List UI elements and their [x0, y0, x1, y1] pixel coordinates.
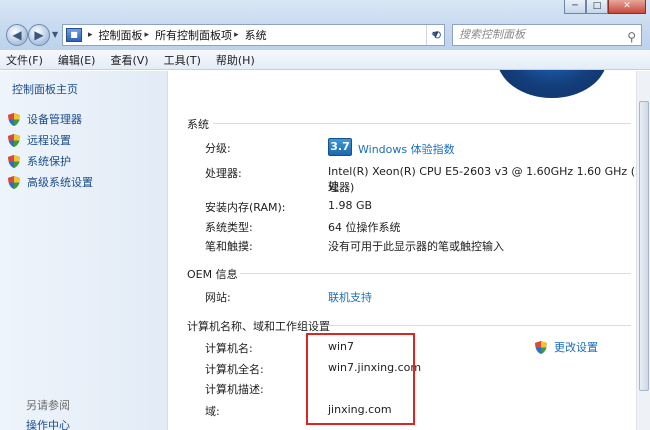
shield-icon — [535, 340, 547, 354]
window-controls: ─ □ ✕ — [564, 0, 646, 16]
pen-touch-label: 笔和触摸: — [205, 240, 253, 253]
breadcrumb-all-items[interactable]: 所有控制面板项 — [155, 27, 232, 43]
shield-icon — [8, 175, 20, 189]
menu-edit[interactable]: 编辑(E) — [58, 52, 96, 68]
breadcrumb-separator-icon[interactable]: ▸ — [145, 30, 150, 40]
breadcrumb-control-panel[interactable]: 控制面板 — [99, 27, 143, 43]
processor-label: 处理器: — [205, 167, 242, 180]
action-center-link[interactable]: 操作中心 — [26, 417, 70, 430]
menu-view[interactable]: 查看(V) — [110, 52, 148, 68]
vertical-scrollbar[interactable] — [636, 71, 650, 430]
sidebar-item-label: 系统保护 — [27, 155, 71, 168]
search-placeholder: 搜索控制面板 — [459, 28, 525, 41]
system-type-value: 64 位操作系统 — [328, 221, 401, 234]
address-bar[interactable]: ■ ▸ 控制面板 ▸ 所有控制面板项 ▸ 系统 ▼ — [62, 24, 445, 46]
description-label: 计算机描述: — [205, 383, 264, 396]
change-settings-link[interactable]: 更改设置 — [535, 339, 598, 355]
recent-pages-dropdown-icon[interactable]: ▼ — [52, 30, 58, 39]
section-divider — [322, 325, 631, 326]
online-support-link[interactable]: 联机支持 — [328, 289, 372, 305]
rating-label: 分级: — [205, 142, 231, 155]
ram-label: 安装内存(RAM): — [205, 201, 286, 214]
computer-name-label: 计算机名: — [205, 342, 253, 355]
section-title-oem: OEM 信息 — [187, 268, 238, 281]
processor-value: Intel(R) Xeon(R) CPU E5-2603 v3 @ 1.60GH… — [328, 165, 642, 193]
breadcrumb-separator-icon[interactable]: ▸ — [234, 30, 239, 40]
menu-help[interactable]: 帮助(H) — [216, 52, 255, 68]
search-input[interactable]: 搜索控制面板 ⚲ — [452, 24, 642, 46]
menu-bar: 文件(F) 编辑(E) 查看(V) 工具(T) 帮助(H) — [0, 50, 650, 70]
section-divider — [213, 123, 631, 124]
menu-tools[interactable]: 工具(T) — [164, 52, 201, 68]
sidebar: 控制面板主页 设备管理器 远程设置 系统保护 高级系统设置 另请参阅 操作中心 — [0, 71, 168, 430]
ram-value: 1.98 GB — [328, 199, 373, 212]
sidebar-item-device-manager[interactable]: 设备管理器 — [8, 111, 82, 127]
processor-value-cont: 理器) — [328, 181, 355, 194]
see-also-heading: 另请参阅 — [26, 399, 70, 412]
menu-file[interactable]: 文件(F) — [6, 52, 43, 68]
full-name-label: 计算机全名: — [205, 363, 264, 376]
sidebar-item-system-protection[interactable]: 系统保护 — [8, 153, 71, 169]
change-settings-label: 更改设置 — [554, 341, 598, 354]
sidebar-item-advanced-settings[interactable]: 高级系统设置 — [8, 174, 93, 190]
website-label: 网站: — [205, 291, 231, 304]
domain-label: 域: — [205, 405, 220, 418]
highlight-box — [306, 333, 415, 425]
section-divider — [240, 273, 631, 274]
experience-index-badge[interactable]: 3.7 — [328, 138, 352, 156]
sidebar-item-label: 设备管理器 — [27, 113, 82, 126]
pen-touch-value: 没有可用于此显示器的笔或触控输入 — [328, 240, 504, 253]
breadcrumb-system[interactable]: 系统 — [245, 27, 267, 43]
title-bar: ─ □ ✕ ◀ ▶ ▼ ■ ▸ 控制面板 ▸ 所有控制面板项 ▸ 系统 ▼ ⟲ … — [0, 0, 650, 50]
section-title-computer: 计算机名称、域和工作组设置 — [187, 320, 330, 333]
section-title-system: 系统 — [187, 118, 209, 131]
breadcrumb-separator-icon[interactable]: ▸ — [88, 30, 93, 40]
control-panel-icon: ■ — [66, 28, 82, 42]
forward-button[interactable]: ▶ — [28, 24, 50, 46]
sidebar-item-label: 高级系统设置 — [27, 176, 93, 189]
search-icon[interactable]: ⚲ — [627, 27, 636, 47]
sidebar-item-remote-settings[interactable]: 远程设置 — [8, 132, 71, 148]
back-button[interactable]: ◀ — [6, 24, 28, 46]
close-button[interactable]: ✕ — [608, 0, 646, 14]
sidebar-item-label: 远程设置 — [27, 134, 71, 147]
experience-index-link[interactable]: Windows 体验指数 — [358, 141, 455, 157]
refresh-button[interactable]: ⟲ — [427, 25, 445, 45]
maximize-button[interactable]: □ — [586, 0, 608, 14]
minimize-button[interactable]: ─ — [564, 0, 586, 14]
shield-icon — [8, 154, 20, 168]
shield-icon — [8, 133, 20, 147]
sidebar-home-link[interactable]: 控制面板主页 — [12, 81, 78, 97]
shield-icon — [8, 112, 20, 126]
scrollbar-thumb[interactable] — [639, 101, 649, 391]
system-type-label: 系统类型: — [205, 221, 253, 234]
